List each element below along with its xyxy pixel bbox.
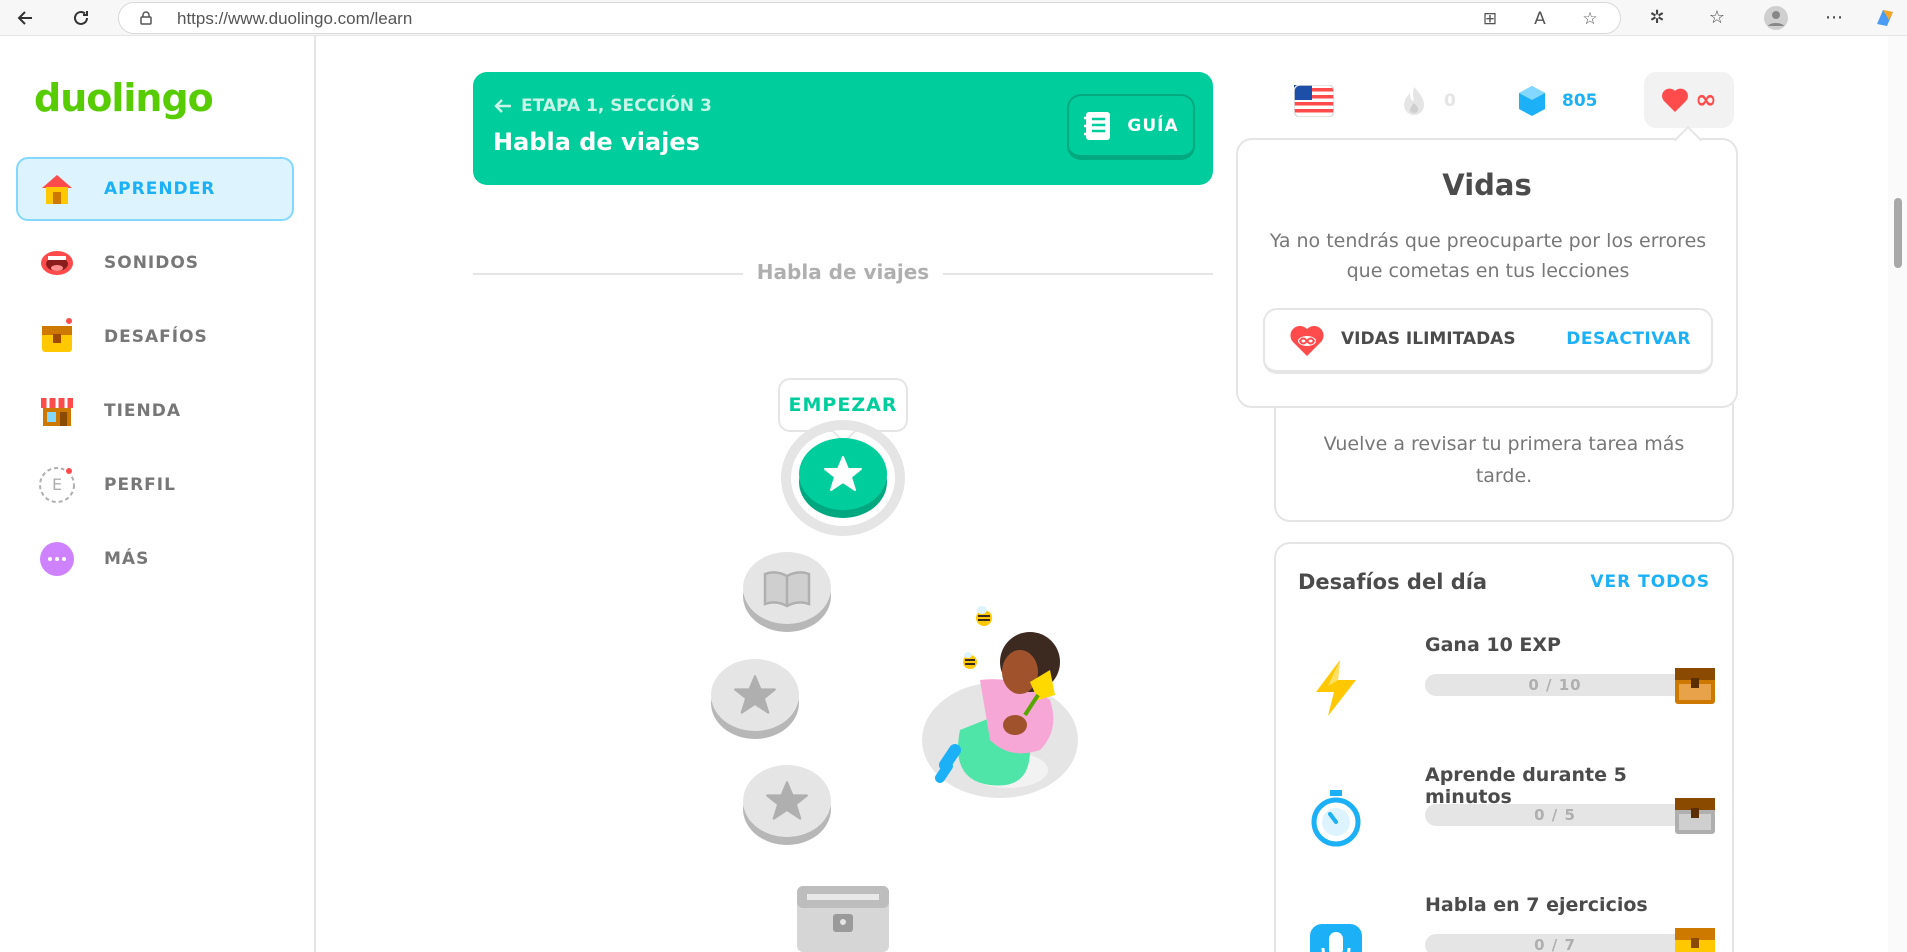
quest-progress-text: 0 / 7 (1534, 936, 1576, 952)
deactivate-button[interactable]: DESACTIVAR (1566, 329, 1691, 349)
quest-info-text: Vuelve a revisar tu primera tarea más ta… (1323, 433, 1685, 487)
character-illustration (922, 606, 1078, 798)
notification-dot (64, 466, 74, 476)
unit-divider: Habla de viajes (473, 258, 1213, 288)
hearts-value: ∞ (1695, 85, 1717, 115)
hearts-button[interactable]: ∞ (1644, 72, 1734, 128)
profile-icon[interactable] (1764, 6, 1788, 30)
section-back-link[interactable]: ETAPA 1, SECCIÓN 3 (493, 96, 712, 116)
guide-button[interactable]: GUÍA (1067, 94, 1195, 160)
lesson-node-story[interactable] (743, 552, 831, 632)
page-scrollbar[interactable] (1888, 36, 1907, 952)
avatar-letter: E (51, 475, 63, 494)
copilot-icon[interactable] (1873, 6, 1897, 30)
reward-chest-icon (1675, 928, 1715, 952)
section-label[interactable]: ETAPA 1, SECCIÓN 3 (521, 96, 712, 116)
microphone-icon (1310, 924, 1362, 952)
chest-icon (38, 316, 76, 356)
popover-description: Ya no tendrás que preocuparte por los er… (1269, 230, 1707, 282)
gems-counter[interactable]: 805 (1518, 72, 1598, 130)
popover-title: Vidas (1442, 168, 1532, 202)
back-arrow-icon (494, 99, 511, 113)
infinity-heart-icon (1290, 325, 1324, 356)
url-text[interactable]: https://www.duolingo.com/learn (177, 9, 412, 29)
mouth-icon (38, 244, 76, 282)
favorites-icon[interactable]: ☆ (1705, 6, 1729, 30)
lesson-node-locked[interactable] (743, 765, 831, 845)
extensions-icon[interactable]: ✲ (1645, 6, 1669, 30)
star-icon (734, 675, 776, 714)
locked-chest-icon[interactable] (793, 880, 893, 952)
sidebar-item-label: APRENDER (104, 179, 216, 199)
daily-quests-title: Desafíos del día (1298, 570, 1488, 594)
quest-item: Gana 10 EXP 0 / 10 (1298, 634, 1718, 734)
shop-icon (38, 392, 76, 430)
gem-icon (1519, 86, 1545, 116)
sidebar-item-more[interactable]: MÁS (16, 527, 294, 591)
notebook-icon (1084, 111, 1111, 140)
book-icon (763, 571, 811, 608)
sidebar: duolingo APRENDER SONIDOS DESAFÍOS TIEND… (0, 36, 316, 952)
lives-popover: Vidas Ya no tendrás que preocuparte por … (1236, 138, 1738, 408)
quest-name: Gana 10 EXP (1425, 634, 1561, 656)
app-grid-icon[interactable]: ⊞ (1479, 8, 1501, 30)
sidebar-item-shop[interactable]: TIENDA (16, 379, 294, 443)
refresh-icon[interactable] (68, 5, 94, 31)
star-icon (824, 456, 862, 491)
quest-item: Aprende durante 5 minutos 0 / 5 (1298, 764, 1718, 864)
lesson-node-locked[interactable] (711, 659, 799, 739)
notification-dot (64, 316, 74, 326)
stopwatch-icon (1311, 790, 1361, 847)
heart-icon (1662, 88, 1689, 112)
duolingo-logo[interactable]: duolingo (34, 76, 214, 120)
sidebar-item-learn[interactable]: APRENDER (16, 157, 294, 221)
more-icon[interactable]: ⋯ (1822, 6, 1846, 30)
quest-item: Habla en 7 ejercicios 0 / 7 (1298, 894, 1718, 952)
unit-title: Habla de viajes (493, 128, 700, 156)
address-bar[interactable]: https://www.duolingo.com/learn ⊞ A ☆ (118, 2, 1621, 34)
back-arrow-icon[interactable] (12, 5, 38, 31)
lesson-node-active[interactable] (799, 438, 887, 518)
quest-progress-text: 0 / 5 (1534, 806, 1576, 824)
home-icon (38, 170, 76, 208)
more-dots-icon (38, 540, 76, 578)
lightning-icon (1316, 660, 1356, 716)
star-favorite-icon[interactable]: ☆ (1579, 8, 1601, 30)
daily-quests-card: Desafíos del día VER TODOS Gana 10 EXP 0… (1274, 542, 1734, 952)
divider-text: Habla de viajes (756, 260, 930, 284)
unlimited-lives-row: VIDAS ILIMITADAS DESACTIVAR (1263, 308, 1713, 374)
sidebar-item-sounds[interactable]: SONIDOS (16, 231, 294, 295)
streak-value: 0 (1444, 91, 1456, 111)
star-icon (766, 781, 808, 820)
gems-value: 805 (1562, 91, 1598, 111)
sidebar-item-challenges[interactable]: DESAFÍOS (16, 305, 294, 369)
profile-avatar-icon: E (38, 466, 76, 504)
fire-icon (1404, 87, 1424, 115)
sidebar-item-label: PERFIL (104, 475, 176, 495)
scrollbar-thumb[interactable] (1894, 198, 1902, 268)
unit-header: ETAPA 1, SECCIÓN 3 Habla de viajes GUÍA (473, 72, 1213, 185)
streak-counter[interactable]: 0 (1400, 72, 1456, 130)
reward-chest-icon (1675, 668, 1715, 704)
sidebar-item-label: MÁS (104, 549, 150, 569)
sidebar-item-label: SONIDOS (104, 253, 200, 273)
unlimited-lives-label: VIDAS ILIMITADAS (1341, 329, 1516, 349)
quest-progress-text: 0 / 10 (1528, 676, 1582, 694)
sidebar-item-label: DESAFÍOS (104, 327, 208, 347)
quest-name: Habla en 7 ejercicios (1425, 894, 1648, 916)
view-all-button[interactable]: VER TODOS (1590, 572, 1710, 592)
language-flag[interactable] (1294, 72, 1334, 130)
guide-label: GUÍA (1127, 115, 1179, 136)
reward-chest-icon (1675, 798, 1715, 834)
browser-toolbar: https://www.duolingo.com/learn ⊞ A ☆ ✲ ☆… (0, 0, 1907, 36)
lock-icon[interactable] (139, 11, 153, 25)
sidebar-item-profile[interactable]: E PERFIL (16, 453, 294, 517)
sidebar-item-label: TIENDA (104, 401, 182, 421)
read-aloud-icon[interactable]: A (1529, 8, 1551, 30)
us-flag-icon (1294, 85, 1334, 117)
